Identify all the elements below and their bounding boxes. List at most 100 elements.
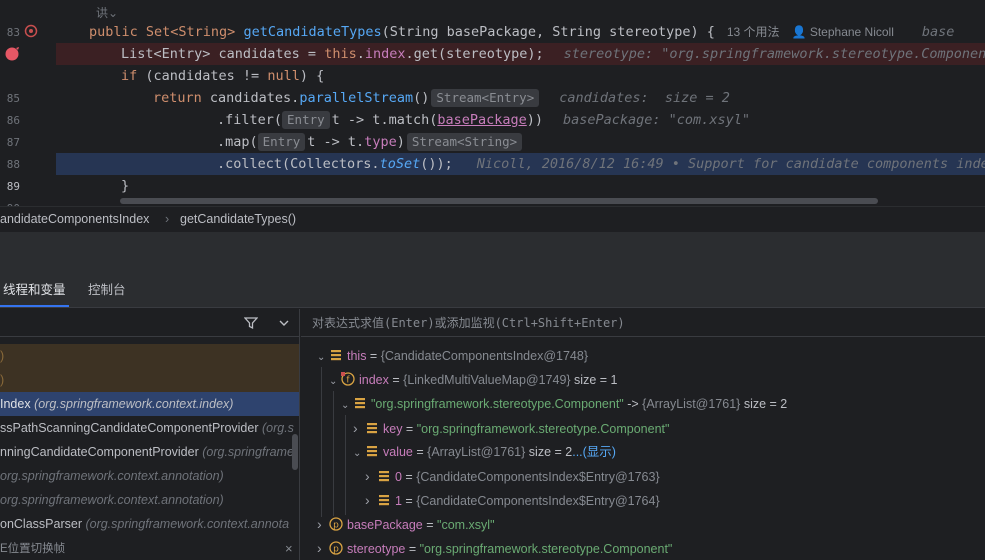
field-icon xyxy=(353,397,371,411)
variable-row[interactable]: ⌄ "org.springframework.stereotype.Compone… xyxy=(341,392,787,416)
stack-frame[interactable]: ssPathScanningCandidateComponentProvider… xyxy=(0,416,299,440)
breakpoint-icon[interactable] xyxy=(4,46,20,62)
editor-fold-glyph: 䜤⌄ xyxy=(96,6,119,20)
code-text: .collect(Collectors. xyxy=(217,156,380,172)
code-text: ) { xyxy=(299,68,325,84)
variable-value: {CandidateComponentsIndex@1748} xyxy=(380,349,588,363)
stack-frame[interactable]: nningCandidateComponentProvider (org.spr… xyxy=(0,440,299,464)
frames-scrollbar[interactable] xyxy=(292,434,298,470)
variable-value: {CandidateComponentsIndex$Entry@1763} xyxy=(416,470,660,484)
code-line-83[interactable]: public Set<String> getCandidateTypes(Str… xyxy=(89,21,985,43)
stack-frame[interactable]: org.springframework.context.annotation) xyxy=(0,464,299,488)
collapsed-arrow-icon[interactable]: › xyxy=(317,512,329,536)
expanded-arrow-icon[interactable]: ⌄ xyxy=(317,346,329,370)
keyword: if xyxy=(121,68,138,84)
breakpoint-method-icon[interactable] xyxy=(24,24,38,38)
variable-row[interactable]: › p stereotype = "org.springframework.ster… xyxy=(317,536,672,560)
inline-value-hint: candidates: size = 2 xyxy=(559,90,730,106)
keyword: this xyxy=(324,46,357,62)
variable-row[interactable]: › p basePackage = "com.xsyl" xyxy=(317,512,495,536)
variable-row[interactable]: › key = "org.springframework.stereotype.C… xyxy=(353,416,669,440)
close-icon[interactable]: × xyxy=(285,538,293,560)
variable-name: stereotype xyxy=(347,542,406,556)
code-signature: public Set<String> xyxy=(89,24,244,40)
stack-frame[interactable]: org.springframework.context.annotation) xyxy=(0,488,299,512)
variable-size: size = 2 xyxy=(525,445,573,459)
frame-package: org.springframework.context.annotation) xyxy=(0,493,224,507)
code-line-84[interactable]: List<Entry> candidates = this.index.get(… xyxy=(121,43,985,65)
code-text: candidates. xyxy=(201,90,300,106)
variable-name: this xyxy=(347,349,367,363)
field-icon xyxy=(377,494,395,508)
variable-operator: = xyxy=(405,542,420,556)
show-link[interactable]: ...(显示) xyxy=(572,445,616,459)
debug-toolbar: 线程和变量 控制台 xyxy=(0,276,985,308)
expanded-arrow-icon[interactable]: ⌄ xyxy=(341,394,353,418)
frame-method: ) xyxy=(0,349,5,363)
collapsed-arrow-icon[interactable]: › xyxy=(365,488,377,512)
code-line-85[interactable]: if (candidates != null) { xyxy=(121,65,985,87)
stack-frame[interactable]: ) xyxy=(0,344,299,368)
code-text: } xyxy=(121,178,130,194)
tab-console[interactable]: 控制台 xyxy=(85,276,129,307)
editor-gutter[interactable]: 83 85 86 87 88 89 90 xyxy=(0,0,56,206)
stack-frame[interactable]: onClassParser (org.springframework.conte… xyxy=(0,512,299,536)
chevron-down-icon[interactable] xyxy=(278,318,290,328)
code-line-90[interactable]: } xyxy=(121,175,985,197)
field-ref: index xyxy=(364,46,406,62)
collapsed-arrow-icon[interactable]: › xyxy=(353,416,365,440)
keyword: null xyxy=(267,68,300,84)
collapsed-arrow-icon[interactable]: › xyxy=(365,464,377,488)
code-editor[interactable]: 䜤⌄ 83 85 86 87 88 89 90 public Set<Strin… xyxy=(0,0,985,206)
stack-frame[interactable]: Index (org.springframework.context.index… xyxy=(0,392,299,416)
code-text: ()); xyxy=(420,156,453,172)
argument: basePackage xyxy=(437,112,527,128)
field-icon: f xyxy=(341,372,359,387)
code-line-88[interactable]: .map(Entry t -> t.type) Stream<String> xyxy=(217,131,985,153)
frame-package: (org.springframe xyxy=(202,445,294,459)
frames-footer: E位置切换帧 × xyxy=(0,538,299,560)
frame-package: (org.s xyxy=(261,421,294,435)
code-text: .get(stereotype); xyxy=(405,46,544,62)
variable-row[interactable]: › 1 = {CandidateComponentsIndex$Entry@176… xyxy=(365,488,660,512)
code-params: (String basePackage, String stereotype) … xyxy=(381,24,715,40)
variable-row[interactable]: › 0 = {CandidateComponentsIndex$Entry@176… xyxy=(365,464,660,488)
variable-row[interactable]: ⌄ f index = {LinkedMultiValueMap@1749} siz… xyxy=(329,368,617,392)
line-number: 87 xyxy=(6,136,20,149)
code-line-86[interactable]: return candidates.parallelStream() Stream… xyxy=(153,87,985,109)
tab-threads-variables[interactable]: 线程和变量 xyxy=(0,276,69,307)
field-icon xyxy=(377,470,395,484)
variable-name: key xyxy=(383,422,403,436)
variable-operator: = xyxy=(388,373,404,387)
code-line-89[interactable]: .collect(Collectors.toSet()); Nicoll, 201… xyxy=(217,153,985,175)
code-text: () xyxy=(413,90,430,106)
expanded-arrow-icon[interactable]: ⌄ xyxy=(353,442,365,466)
breadcrumb-method[interactable]: getCandidateTypes() xyxy=(180,207,296,232)
panel-gap xyxy=(0,232,985,276)
overflow-text: base xyxy=(921,24,955,40)
code-line-87[interactable]: .filter(Entry t -> t.match(basePackage)) b… xyxy=(217,109,985,131)
code-text: t -> t. xyxy=(307,134,365,150)
funnel-icon[interactable] xyxy=(244,316,258,330)
code-text: t -> t.match( xyxy=(331,112,438,128)
usages-link[interactable]: 13 个用法 xyxy=(727,25,780,39)
stack-frame[interactable]: ) xyxy=(0,368,299,392)
variable-row[interactable]: ⌄ value = {ArrayList@1761} size = 2...(显示… xyxy=(353,440,616,464)
tree-guide xyxy=(333,391,334,516)
code-text: ) xyxy=(396,134,405,150)
eval-input[interactable]: 对表达式求值(Enter)或添加监视(Ctrl+Shift+Enter) xyxy=(312,314,625,331)
variable-row[interactable]: ⌄ this = {CandidateComponentsIndex@1748} xyxy=(317,344,588,368)
variable-value: {ArrayList@1761} xyxy=(427,445,526,459)
frame-method: ) xyxy=(0,373,5,387)
horizontal-scrollbar[interactable] xyxy=(120,198,878,204)
variable-name: value xyxy=(383,445,413,459)
param-hint: Entry xyxy=(282,111,330,129)
tree-guide xyxy=(321,367,322,517)
collapsed-arrow-icon[interactable]: › xyxy=(317,536,329,560)
frames-header xyxy=(0,309,299,337)
expanded-arrow-icon[interactable]: ⌄ xyxy=(329,370,341,394)
inline-value-hint: stereotype: "org.springframework.stereot… xyxy=(563,46,985,62)
variable-value: "org.springframework.stereotype.Componen… xyxy=(416,422,670,436)
breadcrumb-class[interactable]: andidateComponentsIndex xyxy=(0,207,149,232)
field-icon xyxy=(365,422,383,436)
